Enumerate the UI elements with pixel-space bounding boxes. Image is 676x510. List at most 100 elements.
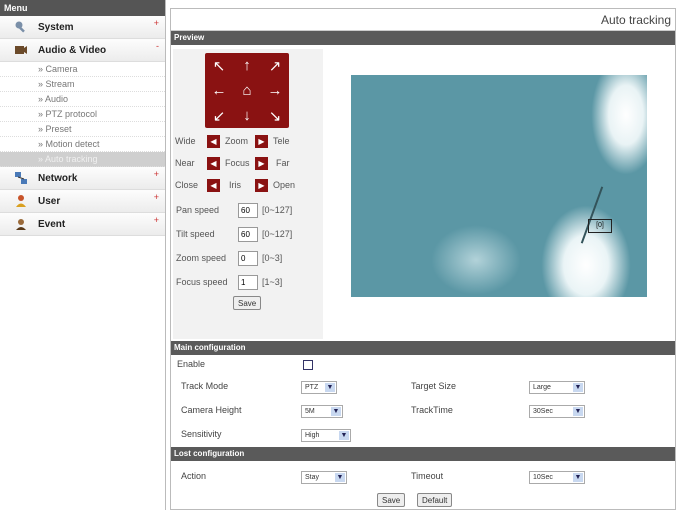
arrow-up-button[interactable]: ↑ [233, 53, 261, 78]
iris-label: Iris [229, 180, 241, 190]
zoom-out-button[interactable]: ◀ [207, 135, 220, 148]
target-size-value: Large [533, 384, 551, 391]
target-size-select[interactable]: Large ▼ [529, 381, 585, 394]
focus-label: Focus [225, 158, 250, 168]
preview-area: ↖ ↑ ↗ ← ⌂ → ↙ ↓ ↘ Wide ◀ Zoom ▶ Tele Nea… [171, 45, 675, 341]
target-size-label: Target Size [411, 381, 457, 391]
arrow-down-right-button[interactable]: ↘ [261, 103, 289, 128]
sidebar-item-bullet: » [38, 94, 46, 104]
main-config-section-header: Main configuration [171, 341, 675, 355]
pan-speed-range: [0~127] [262, 205, 293, 215]
pan-speed-input[interactable] [238, 203, 258, 218]
focus-near-button[interactable]: ◀ [207, 157, 220, 170]
expand-icon[interactable]: + [154, 215, 159, 225]
chevron-down-icon: ▼ [573, 473, 583, 482]
chevron-down-icon: ▼ [573, 383, 583, 392]
track-time-select[interactable]: 30Sec ▼ [529, 405, 585, 418]
enable-checkbox[interactable] [303, 360, 313, 370]
iris-open-button[interactable]: ▶ [255, 179, 268, 192]
focus-far-button[interactable]: ▶ [255, 157, 268, 170]
sidebar-item-ptz-protocol[interactable]: » PTZ protocol [0, 107, 165, 122]
sidebar-item-label: Camera [45, 64, 78, 74]
camera-height-value: 5M [305, 408, 315, 415]
default-button[interactable]: Default [417, 493, 453, 507]
chevron-down-icon: ▼ [325, 383, 335, 392]
arrow-down-left-button[interactable]: ↙ [205, 103, 233, 128]
sidebar-item-bullet: » [38, 139, 46, 149]
track-time-label: TrackTime [411, 405, 453, 415]
sidebar-item-label: Stream [45, 79, 75, 89]
sidebar-item-audio[interactable]: » Audio [0, 92, 165, 107]
pan-speed-row: Pan speed [0~127] [176, 203, 324, 219]
main-config-area: Enable Track Mode PTZ ▼ Target Size Large… [171, 355, 675, 447]
focus-speed-row: Focus speed [1~3] [176, 275, 324, 291]
camera-height-select[interactable]: 5M ▼ [301, 405, 343, 418]
track-time-value: 30Sec [533, 408, 553, 415]
video-preview[interactable]: [0] [351, 75, 647, 297]
sensitivity-value: High [305, 432, 320, 439]
chevron-down-icon: ▼ [335, 473, 345, 482]
tilt-speed-label: Tilt speed [176, 229, 215, 239]
ptz-save-button[interactable]: Save [233, 296, 262, 310]
arrow-left-button[interactable]: ← [205, 78, 233, 103]
tilt-speed-range: [0~127] [262, 229, 293, 239]
sidebar-item-label: Preset [45, 124, 72, 134]
sidebar-category-network[interactable]: Network + [0, 167, 165, 190]
arrow-up-right-button[interactable]: ↗ [261, 53, 289, 78]
focus-far-label: Far [276, 158, 290, 168]
sidebar-item-label: Motion detect [45, 139, 100, 149]
iris-control-row: Close ◀ Iris ▶ Open [173, 179, 323, 193]
track-mode-value: PTZ [305, 384, 319, 391]
zoom-wide-label: Wide [175, 136, 196, 146]
sidebar-item-camera[interactable]: » Camera [0, 62, 165, 77]
direction-pad: ↖ ↑ ↗ ← ⌂ → ↙ ↓ ↘ [205, 53, 289, 128]
video-glare [591, 75, 647, 175]
timeout-select[interactable]: 10Sec ▼ [529, 471, 585, 484]
sidebar-item-motion-detect[interactable]: » Motion detect [0, 137, 165, 152]
sensitivity-label: Sensitivity [181, 429, 222, 439]
arrow-up-left-button[interactable]: ↖ [205, 53, 233, 78]
expand-icon[interactable]: + [154, 169, 159, 179]
expand-icon[interactable]: + [154, 192, 159, 202]
iris-close-button[interactable]: ◀ [207, 179, 220, 192]
zoom-speed-input[interactable] [238, 251, 258, 266]
zoom-in-button[interactable]: ▶ [255, 135, 268, 148]
sensitivity-select[interactable]: High ▼ [301, 429, 351, 442]
track-mode-select[interactable]: PTZ ▼ [301, 381, 337, 394]
sidebar-category-event[interactable]: Event + [0, 213, 165, 236]
focus-speed-range: [1~3] [262, 277, 283, 287]
focus-control-row: Near ◀ Focus ▶ Far [173, 157, 323, 171]
lost-config-section-header: Lost configuration [171, 447, 675, 461]
arrow-right-button[interactable]: → [261, 78, 289, 103]
collapse-icon[interactable]: - [156, 41, 159, 51]
iris-open-label: Open [273, 180, 296, 190]
focus-speed-input[interactable] [238, 275, 258, 290]
timeout-value: 10Sec [533, 474, 553, 481]
sidebar-item-auto-tracking[interactable]: » Auto tracking [0, 152, 165, 167]
user-icon [14, 194, 28, 208]
sidebar-item-preset[interactable]: » Preset [0, 122, 165, 137]
film-icon [14, 43, 28, 57]
sidebar-item-label: Auto tracking [45, 154, 98, 164]
sidebar-item-bullet: » [38, 109, 46, 119]
home-button[interactable]: ⌂ [233, 78, 261, 103]
zoom-speed-range: [0~3] [262, 253, 283, 263]
network-icon [14, 171, 28, 185]
sidebar-item-label: PTZ protocol [45, 109, 98, 119]
action-select[interactable]: Stay ▼ [301, 471, 347, 484]
tilt-speed-input[interactable] [238, 227, 258, 242]
save-button[interactable]: Save [377, 493, 406, 507]
expand-icon[interactable]: + [154, 18, 159, 28]
focus-near-label: Near [175, 158, 195, 168]
zoom-speed-label: Zoom speed [176, 253, 227, 263]
action-label: Action [181, 471, 207, 481]
preview-section-header: Preview [171, 31, 675, 45]
ptz-control-panel: ↖ ↑ ↗ ← ⌂ → ↙ ↓ ↘ Wide ◀ Zoom ▶ Tele Nea… [173, 49, 323, 339]
iris-close-label: Close [175, 180, 199, 190]
sidebar-category-user[interactable]: User + [0, 190, 165, 213]
arrow-down-button[interactable]: ↓ [233, 103, 261, 128]
enable-label: Enable [177, 359, 206, 369]
sidebar-category-audio-video[interactable]: Audio & Video - [0, 39, 165, 62]
sidebar-item-stream[interactable]: » Stream [0, 77, 165, 92]
sidebar-category-system[interactable]: System + [0, 16, 165, 39]
